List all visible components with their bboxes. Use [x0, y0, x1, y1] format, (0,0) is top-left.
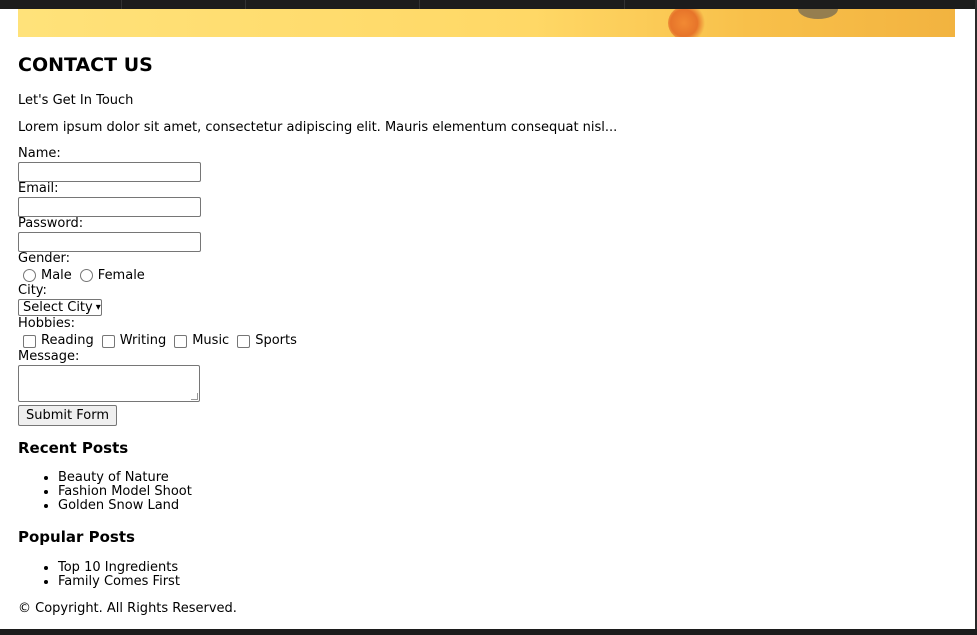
recent-posts-list: Beauty of Nature Fashion Model Shoot Gol… [18, 471, 358, 513]
message-textarea[interactable] [18, 365, 200, 402]
popular-posts-list: Top 10 Ingredients Family Comes First [18, 561, 358, 589]
resize-handle-icon[interactable] [191, 393, 198, 400]
top-bar-divider [245, 0, 246, 9]
banner-accent [668, 9, 708, 37]
hobby-reading-label: Reading [41, 333, 94, 348]
recent-post-link[interactable]: Fashion Model Shoot [58, 485, 358, 499]
chevron-down-icon: ▾ [95, 301, 101, 313]
recent-post-link[interactable]: Golden Snow Land [58, 499, 358, 513]
banner-shadow [798, 9, 838, 19]
top-bar-divider [121, 0, 122, 9]
city-label: City: [18, 283, 47, 298]
top-bar-divider [624, 0, 625, 9]
hobbies-label: Hobbies: [18, 316, 75, 331]
hobby-writing-label: Writing [119, 333, 167, 348]
hobby-music-checkbox[interactable] [174, 334, 188, 348]
main-content: CONTACT US Let's Get In Touch Lorem ipsu… [18, 50, 918, 616]
gender-female-radio[interactable] [79, 269, 93, 282]
email-label: Email: [18, 181, 59, 196]
city-selected-value: Select City [23, 299, 93, 315]
password-field[interactable] [18, 232, 201, 252]
message-label: Message: [18, 349, 80, 364]
gender-male-radio[interactable] [23, 269, 36, 282]
popular-posts-heading: Popular Posts [18, 528, 135, 546]
hobby-reading-checkbox[interactable] [23, 334, 36, 348]
gender-male-label: Male [41, 267, 72, 283]
email-field[interactable] [18, 197, 201, 217]
popular-post-link[interactable]: Top 10 Ingredients [58, 561, 358, 575]
window-bottom-bar [0, 629, 977, 635]
submit-form-button[interactable]: Submit Form [18, 405, 117, 426]
window-top-bar [0, 0, 977, 9]
hobby-sports-label: Sports [255, 333, 297, 348]
gender-label: Gender: [18, 251, 71, 266]
hobby-music-label: Music [192, 333, 230, 348]
password-label: Password: [18, 216, 84, 231]
name-field[interactable] [18, 162, 201, 182]
name-label: Name: [18, 146, 61, 161]
recent-post-link[interactable]: Beauty of Nature [58, 471, 358, 485]
hobby-sports-checkbox[interactable] [237, 334, 251, 348]
header-banner-image [18, 9, 955, 37]
city-select[interactable]: Select City ▾ [18, 299, 102, 316]
top-bar-divider [419, 0, 420, 9]
page-subtitle: Let's Get In Touch [18, 93, 134, 108]
popular-post-link[interactable]: Family Comes First [58, 575, 358, 589]
hobbies-options: Reading Writing Music Sports [18, 332, 300, 350]
footer-copyright: © Copyright. All Rights Reserved. [18, 601, 237, 616]
page-title: CONTACT US [18, 54, 153, 76]
gender-female-label: Female [97, 267, 145, 283]
hobby-writing-checkbox[interactable] [101, 334, 115, 348]
contact-form: Name: Email: Password: Gender: Male Fema… [18, 147, 300, 426]
gender-options: Male Female [18, 267, 300, 284]
intro-text: Lorem ipsum dolor sit amet, consectetur … [18, 120, 618, 135]
recent-posts-heading: Recent Posts [18, 439, 129, 457]
